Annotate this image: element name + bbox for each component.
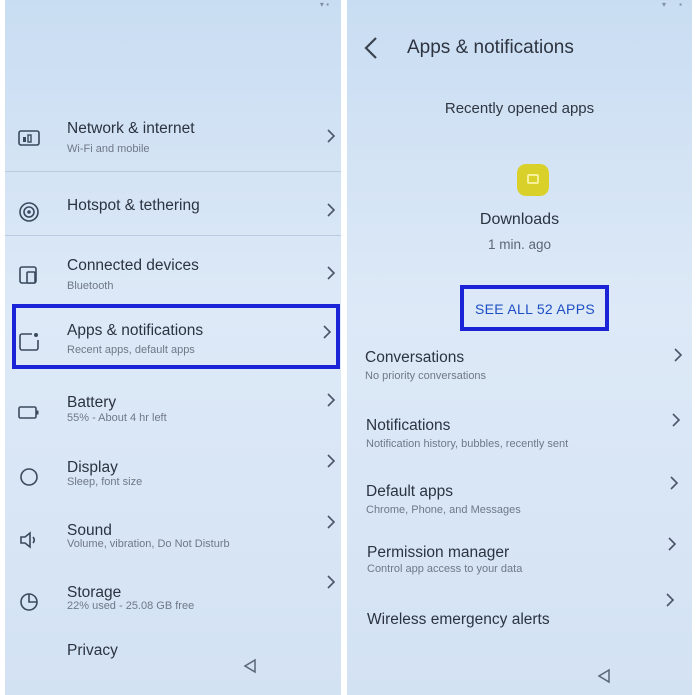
status-bar: ▾ ▪ xyxy=(347,0,692,10)
settings-item-title: Display xyxy=(67,459,118,476)
settings-item-subtitle: Bluetooth xyxy=(67,280,114,292)
settings-item-title: Battery xyxy=(67,394,117,411)
chevron-right-icon xyxy=(666,593,675,607)
divider xyxy=(5,235,341,236)
chevron-right-icon xyxy=(327,203,336,217)
status-bar: ▾ ▪ xyxy=(5,0,341,10)
back-arrow-icon[interactable] xyxy=(361,34,381,62)
settings-item-title: Privacy xyxy=(67,642,118,659)
menu-item-subtitle: Chrome, Phone, and Messages xyxy=(366,504,521,516)
menu-item-conversations[interactable]: Conversations No priority conversations xyxy=(347,345,692,405)
menu-item-subtitle: Control app access to your data xyxy=(367,563,523,575)
menu-item-wireless-emergency-alerts[interactable]: Wireless emergency alerts xyxy=(347,593,692,664)
chevron-right-icon xyxy=(327,393,336,407)
chevron-right-icon xyxy=(327,129,336,143)
display-icon xyxy=(20,468,38,486)
sound-icon xyxy=(20,531,36,549)
settings-item-subtitle: Volume, vibration, Do Not Disturb xyxy=(67,538,230,550)
chevron-right-icon xyxy=(668,537,677,551)
recent-apps-heading: Recently opened apps xyxy=(444,100,595,117)
settings-item-title: Connected devices xyxy=(67,257,199,274)
settings-item-title: Network & internet xyxy=(67,120,195,137)
settings-item-storage[interactable]: Storage 22% used - 25.08 GB free xyxy=(5,575,341,636)
settings-item-subtitle: 22% used - 25.08 GB free xyxy=(67,600,195,612)
recent-app-name: Downloads xyxy=(479,211,560,228)
menu-item-title: Notifications xyxy=(366,417,451,434)
menu-item-title: Permission manager xyxy=(367,544,510,561)
chevron-right-icon xyxy=(672,413,681,427)
menu-item-default-apps[interactable]: Default apps Chrome, Phone, and Messages xyxy=(347,476,692,537)
apps-notifications-screen: ▾ ▪ Apps & notifications Recently opened… xyxy=(347,0,692,695)
hotspot-icon xyxy=(19,202,39,222)
settings-item-subtitle: 55% - About 4 hr left xyxy=(67,412,167,424)
settings-item-display[interactable]: Display Sleep, font size xyxy=(5,451,341,511)
network-icon xyxy=(18,130,40,146)
connected-devices-icon xyxy=(19,266,37,284)
battery-icon xyxy=(18,406,39,419)
settings-item-battery[interactable]: Battery 55% - About 4 hr left xyxy=(5,386,341,446)
settings-item-hotspot[interactable]: Hotspot & tethering xyxy=(5,186,341,246)
menu-item-subtitle: No priority conversations xyxy=(365,370,487,382)
downloads-app-icon xyxy=(517,164,549,196)
settings-item-sound[interactable]: Sound Volume, vibration, Do Not Disturb xyxy=(5,514,341,574)
storage-icon xyxy=(20,593,38,611)
recent-app-time: 1 min. ago xyxy=(487,237,552,252)
chevron-right-icon xyxy=(674,348,683,362)
settings-item-subtitle: Wi-Fi and mobile xyxy=(67,143,150,155)
settings-item-connected-devices[interactable]: Connected devices Bluetooth xyxy=(5,249,341,309)
nav-back-icon[interactable] xyxy=(596,668,612,684)
settings-item-network[interactable]: Network & internet Wi-Fi and mobile xyxy=(5,112,341,172)
highlight-box xyxy=(12,304,340,369)
menu-item-notifications[interactable]: Notifications Notification history, bubb… xyxy=(347,412,692,472)
menu-item-subtitle: Notification history, bubbles, recently … xyxy=(366,438,569,450)
settings-item-title: Hotspot & tethering xyxy=(67,197,200,214)
menu-item-title: Conversations xyxy=(365,349,465,366)
menu-item-title: Default apps xyxy=(366,483,454,500)
battery-status-icon: ▪ xyxy=(679,0,682,9)
chevron-right-icon xyxy=(670,476,679,490)
wifi-icon: ▾ xyxy=(661,0,666,9)
settings-screen: ▾ ▪ Network & internet Wi-Fi and mobile … xyxy=(5,0,341,695)
signal-icon: ▾ ▪ xyxy=(319,0,329,9)
chevron-right-icon xyxy=(327,575,336,589)
settings-item-subtitle: Sleep, font size xyxy=(67,476,143,488)
page-title: Apps & notifications xyxy=(407,37,574,58)
chevron-right-icon xyxy=(327,266,336,280)
nav-back-icon[interactable] xyxy=(242,658,258,674)
chevron-right-icon xyxy=(327,454,336,468)
settings-item-privacy[interactable]: Privacy xyxy=(5,636,341,695)
highlight-box xyxy=(460,285,609,331)
menu-item-permission-manager[interactable]: Permission manager Control app access to… xyxy=(347,537,692,600)
divider xyxy=(5,171,341,172)
chevron-right-icon xyxy=(327,515,336,529)
menu-item-title: Wireless emergency alerts xyxy=(367,611,550,628)
